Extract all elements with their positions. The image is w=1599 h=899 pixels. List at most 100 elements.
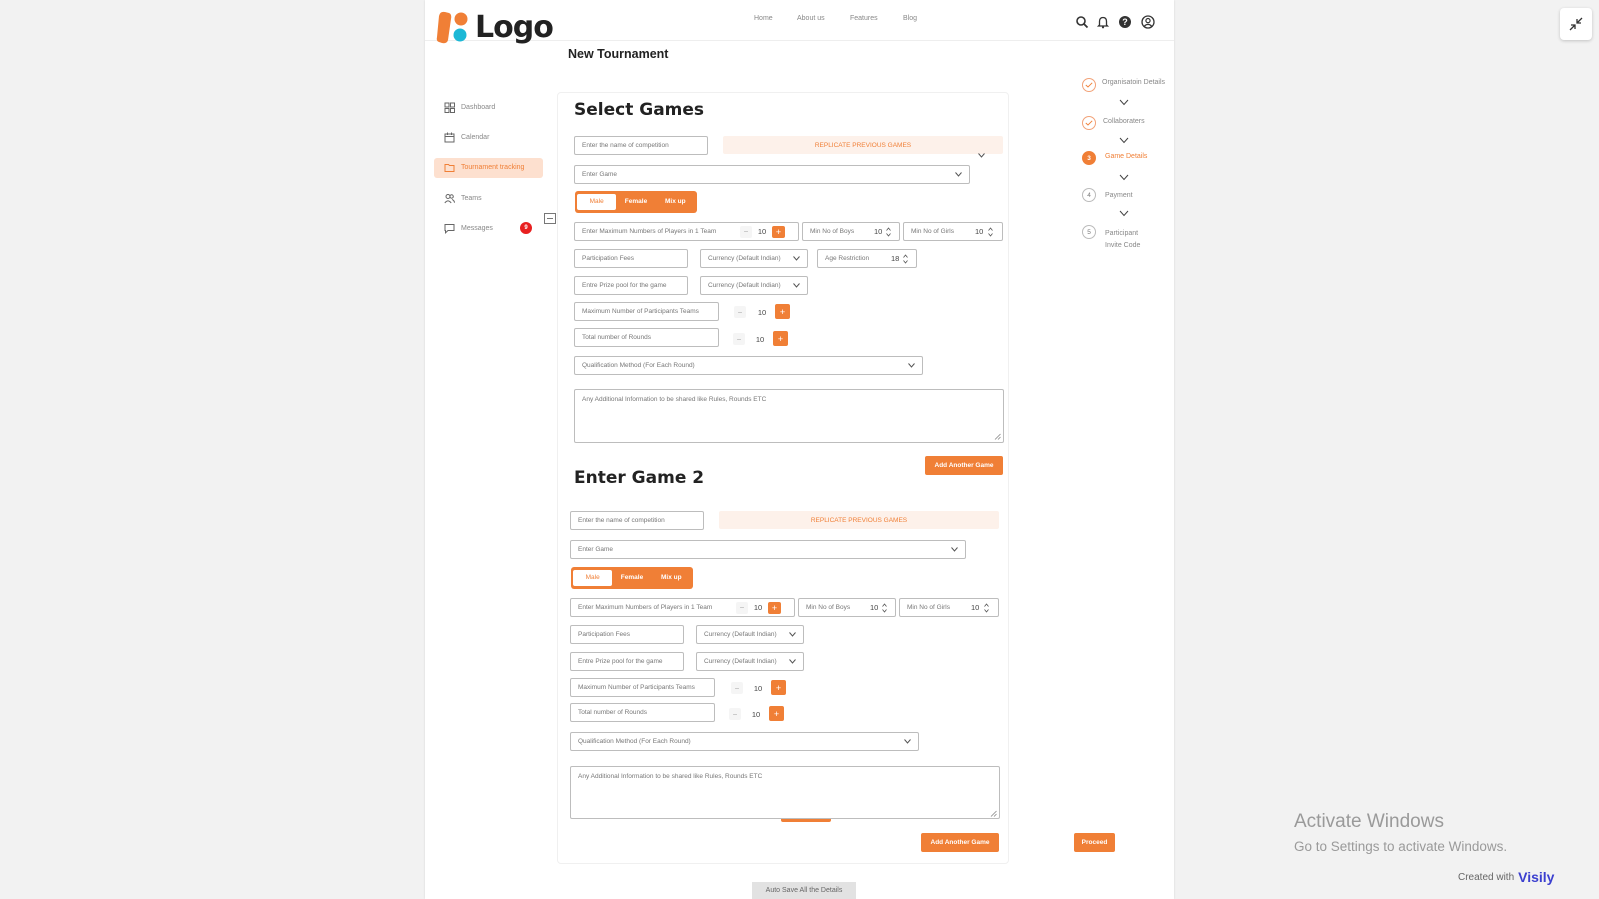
sidebar-item-label: Calendar (461, 133, 490, 141)
add-another-game-button[interactable]: Add Another Game (925, 456, 1003, 475)
max-teams-value[interactable]: 10 (752, 308, 772, 317)
step-label-participant-invite-code[interactable]: Participant Invite Code (1105, 228, 1153, 252)
add-another-game-button[interactable]: Add Another Game (921, 833, 999, 852)
competition-name-input[interactable]: Enter the name of competition (574, 136, 708, 155)
min-boys-label: Min No of Boys (806, 604, 851, 611)
chevron-down-icon (789, 632, 796, 637)
exit-fullscreen-button[interactable] (1560, 8, 1592, 40)
rounds-increment[interactable]: + (769, 706, 784, 721)
prize-pool-input[interactable]: Entre Prize pool for the game (570, 652, 684, 671)
min-girls-value[interactable]: 10 (971, 603, 979, 612)
participation-fees-input[interactable]: Participation Fees (570, 625, 684, 644)
fees-currency-select[interactable]: Currency (Default Indian) (696, 625, 804, 644)
gender-option-female[interactable]: Female (612, 570, 651, 586)
gender-option-mix-up[interactable]: Mix up (656, 194, 695, 210)
resize-handle-icon[interactable] (990, 810, 997, 817)
auto-save-button[interactable]: Auto Save All the Details (752, 882, 856, 899)
logo-text[interactable]: Logo (475, 10, 554, 45)
step-1-status (1082, 78, 1096, 92)
sidebar-item-tournament-tracking[interactable]: Tournament tracking (444, 158, 544, 176)
max-teams-value[interactable]: 10 (748, 684, 768, 693)
sidebar-item-dashboard[interactable]: Dashboard (444, 98, 544, 116)
competition-name-input[interactable]: Enter the name of competition (570, 511, 704, 530)
rounds-decrement[interactable]: − (733, 333, 745, 345)
max-players-decrement[interactable]: − (736, 601, 748, 614)
max-players-field: Enter Maximum Numbers of Players in 1 Te… (574, 222, 799, 241)
sidebar-item-label: Tournament tracking (461, 163, 525, 171)
gender-option-male[interactable]: Male (573, 570, 613, 586)
sidebar-item-teams[interactable]: Teams (444, 189, 544, 207)
user-profile-icon[interactable] (1141, 15, 1155, 29)
age-restriction-field[interactable]: Age Restriction 18 (817, 249, 917, 268)
logo-icon[interactable] (436, 10, 472, 44)
step-label-payment[interactable]: Payment (1105, 190, 1133, 202)
qualification-method-select[interactable]: Qualification Method (For Each Round) (574, 356, 923, 375)
nav-home[interactable]: Home (754, 15, 773, 22)
min-boys-field[interactable]: Min No of Boys 10 (802, 222, 900, 241)
gender-option-female[interactable]: Female (616, 194, 655, 210)
step-label-game-details[interactable]: Game Details (1105, 151, 1147, 163)
resize-handle-icon[interactable] (994, 433, 1001, 440)
max-players-increment[interactable]: + (768, 601, 781, 614)
rounds-value[interactable]: 10 (746, 710, 766, 719)
prize-currency-select[interactable]: Currency (Default Indian) (700, 276, 808, 295)
max-players-decrement[interactable]: − (740, 225, 752, 238)
max-players-value[interactable]: 10 (752, 227, 772, 236)
prize-currency-select[interactable]: Currency (Default Indian) (696, 652, 804, 671)
spinner-arrows-icon[interactable] (886, 226, 892, 237)
additional-info-textarea[interactable]: Any Additional Information to be shared … (570, 766, 1000, 819)
chevron-down-icon (789, 659, 796, 664)
gender-option-mix-up[interactable]: Mix up (652, 570, 691, 586)
rounds-increment[interactable]: + (773, 331, 788, 346)
min-boys-value[interactable]: 10 (870, 603, 878, 612)
chevron-down-icon (955, 172, 962, 177)
max-teams-label-field: Maximum Number of Participants Teams (570, 678, 715, 697)
bell-icon[interactable] (1096, 15, 1110, 29)
rounds-label-field: Total number of Rounds (570, 703, 715, 722)
search-icon[interactable] (1075, 15, 1089, 29)
max-teams-decrement[interactable]: − (731, 682, 743, 694)
replicate-previous-games-button[interactable]: REPLICATE PREVIOUS GAMES (723, 136, 1003, 154)
age-restriction-value[interactable]: 18 (891, 254, 899, 263)
min-boys-value[interactable]: 10 (874, 227, 882, 236)
min-girls-field[interactable]: Min No of Girls 10 (903, 222, 1003, 241)
nav-blog[interactable]: Blog (903, 15, 917, 22)
max-teams-decrement[interactable]: − (734, 306, 746, 318)
max-players-label: Enter Maximum Numbers of Players in 1 Te… (582, 228, 717, 235)
spinner-arrows-icon[interactable] (984, 602, 990, 613)
spinner-arrows-icon[interactable] (988, 226, 994, 237)
additional-info-textarea[interactable]: Any Additional Information to be shared … (574, 389, 1004, 443)
gender-option-male[interactable]: Male (577, 194, 617, 210)
max-players-increment[interactable]: + (772, 225, 785, 238)
spinner-arrows-icon[interactable] (903, 253, 909, 264)
chevron-down-icon[interactable] (978, 153, 985, 158)
rounds-value[interactable]: 10 (750, 335, 770, 344)
prize-pool-input[interactable]: Entre Prize pool for the game (574, 276, 688, 295)
help-icon[interactable]: ? (1118, 15, 1132, 29)
nav-features[interactable]: Features (850, 15, 878, 22)
replicate-previous-games-button[interactable]: REPLICATE PREVIOUS GAMES (719, 511, 999, 529)
min-girls-value[interactable]: 10 (975, 227, 983, 236)
sidebar-item-label: Teams (461, 194, 482, 202)
max-teams-increment[interactable]: + (771, 680, 786, 695)
spinner-arrows-icon[interactable] (882, 602, 888, 613)
chevron-down-icon (1119, 99, 1129, 106)
created-with-visily[interactable]: Created with Visily (1458, 869, 1554, 885)
nav-about-us[interactable]: About us (797, 15, 825, 22)
max-teams-increment[interactable]: + (775, 304, 790, 319)
min-girls-field[interactable]: Min No of Girls 10 (899, 598, 999, 617)
step-label-collaboraters[interactable]: Collaboraters (1103, 116, 1145, 128)
participation-fees-input[interactable]: Participation Fees (574, 249, 688, 268)
max-players-value[interactable]: 10 (748, 603, 768, 612)
step-label-organisation-details[interactable]: Organisatoin Details (1102, 77, 1165, 89)
min-boys-field[interactable]: Min No of Boys 10 (798, 598, 896, 617)
game-select[interactable]: Enter Game (574, 165, 970, 184)
proceed-button[interactable]: Proceed (1074, 833, 1115, 852)
sidebar-item-calendar[interactable]: Calendar (444, 128, 544, 146)
game-select[interactable]: Enter Game (570, 540, 966, 559)
qualification-method-select[interactable]: Qualification Method (For Each Round) (570, 732, 919, 751)
sidebar-collapse-icon[interactable] (544, 213, 556, 224)
fees-currency-select[interactable]: Currency (Default Indian) (700, 249, 808, 268)
rounds-decrement[interactable]: − (729, 708, 741, 720)
visily-brand: Visily (1518, 869, 1555, 885)
